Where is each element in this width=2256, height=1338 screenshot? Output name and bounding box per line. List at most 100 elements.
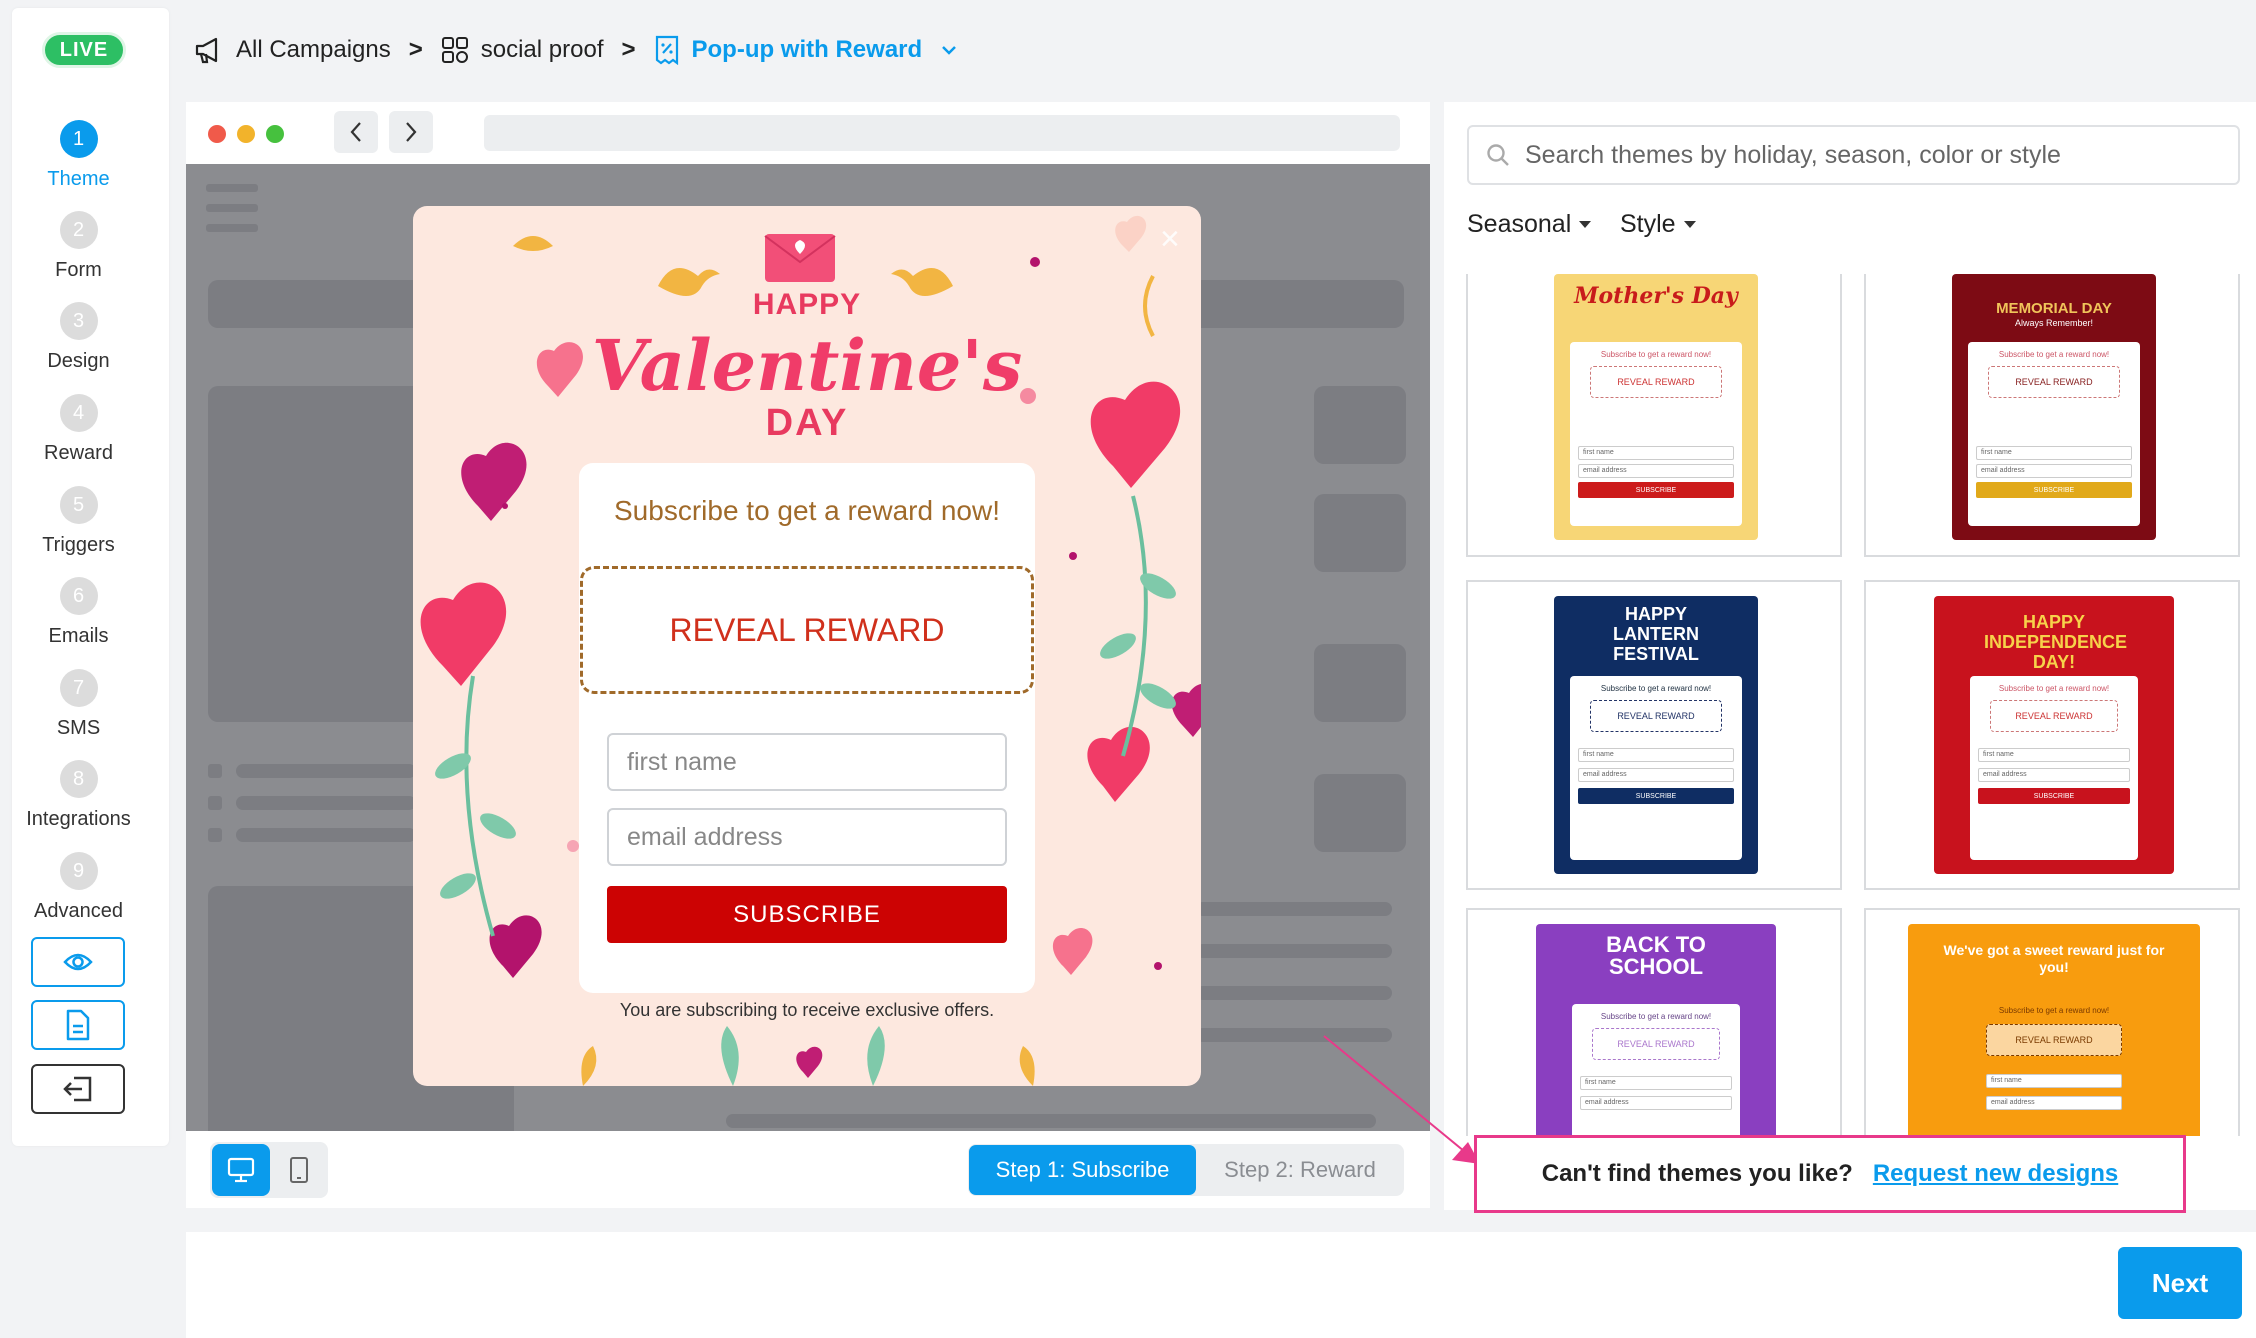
theme-card-back-to-school[interactable]: BACK TO SCHOOL Subscribe to get a reward… (1466, 908, 1842, 1136)
email-field[interactable]: email address (607, 808, 1007, 866)
theme-card-mothers-day[interactable]: Mother's Day Subscribe to get a reward n… (1466, 274, 1842, 557)
theme-title: BACK TO SCHOOL (1606, 932, 1706, 979)
theme-thumbnail: BACK TO SCHOOL Subscribe to get a reward… (1536, 924, 1776, 1136)
popup-close-icon[interactable]: × (1160, 220, 1180, 259)
step-integrations[interactable]: 8 Integrations (0, 760, 157, 831)
tab-step-subscribe[interactable]: Step 1: Subscribe (969, 1145, 1196, 1195)
mini-subscribe-button: SUBSCRIBE (1578, 788, 1734, 804)
step-label: Theme (47, 168, 110, 190)
theme-card-lantern-festival[interactable]: HAPPY LANTERN FESTIVAL Subscribe to get … (1466, 580, 1842, 890)
theme-search-input[interactable]: Search themes by holiday, season, color … (1467, 125, 2240, 185)
ghost-text-line (1196, 986, 1392, 1000)
step-number: 9 (59, 852, 98, 890)
browser-forward-button[interactable] (389, 111, 433, 153)
ghost-text-line (1196, 944, 1392, 958)
subscribe-button[interactable]: SUBSCRIBE (607, 886, 1007, 943)
step-theme[interactable]: 1 Theme (0, 120, 157, 191)
chevron-down-icon[interactable] (940, 44, 958, 56)
ghost-menu-line (206, 204, 258, 212)
reward-popup-icon (655, 35, 678, 65)
popup-headline-main: Valentine's (591, 324, 1023, 407)
step-form[interactable]: 2 Form (0, 211, 157, 282)
step-number: 2 (59, 211, 98, 249)
reveal-reward-box[interactable]: REVEAL REWARD (580, 566, 1034, 694)
browser-url-bar (484, 115, 1400, 151)
step-design[interactable]: 3 Design (0, 302, 157, 373)
step-number: 4 (59, 394, 98, 432)
mini-subscribe-text: Subscribe to get a reward now! (1600, 1012, 1712, 1021)
maximize-dot-icon (266, 125, 284, 143)
mini-reveal: REVEAL REWARD (1990, 700, 2118, 732)
mini-subscribe-button: SUBSCRIBE (1978, 788, 2130, 804)
mini-subscribe-text: Subscribe to get a reward now! (1998, 350, 2110, 359)
step-advanced[interactable]: 9 Advanced (0, 852, 157, 923)
desktop-view-button[interactable] (212, 1144, 270, 1196)
breadcrumb-label: social proof (480, 36, 604, 63)
caret-down-icon (1579, 221, 1592, 228)
first-name-field[interactable]: first name (607, 733, 1007, 791)
step-reward[interactable]: 4 Reward (0, 394, 157, 465)
theme-mini-form: Subscribe to get a reward now! REVEAL RE… (1572, 1004, 1740, 1136)
breadcrumb-all-campaigns[interactable]: All Campaigns (194, 36, 391, 64)
theme-card-memorial-day[interactable]: MEMORIAL DAY Always Remember! Subscribe … (1864, 274, 2240, 557)
megaphone-icon (195, 37, 218, 64)
preview-button[interactable] (31, 937, 125, 987)
popup-subscribe-title: Subscribe to get a reward now! (614, 495, 1000, 526)
step-label: Design (47, 350, 110, 372)
step-emails[interactable]: 6 Emails (0, 577, 157, 648)
breadcrumb-label: All Campaigns (236, 36, 391, 63)
theme-mini-form: Subscribe to get a reward now! REVEAL RE… (1570, 342, 1742, 526)
theme-thumbnail: We've got a sweet reward just for you! S… (1908, 924, 2200, 1136)
step-label: Advanced (34, 900, 123, 922)
ghost-menu-line (206, 184, 258, 192)
theme-mini-form: Subscribe to get a reward now! REVEAL RE… (1970, 676, 2138, 860)
breadcrumb-separator: > (408, 36, 423, 63)
theme-mini-form: Subscribe to get a reward now! REVEAL RE… (1570, 676, 1742, 860)
close-dot-icon (208, 125, 226, 143)
request-prompt-text: Can't find themes you like? (1541, 1160, 1853, 1187)
theme-grid: Mother's Day Subscribe to get a reward n… (1466, 274, 2242, 1136)
ghost-bullet (208, 764, 222, 778)
mini-email: email address (1580, 1096, 1732, 1110)
ghost-text-line (236, 828, 416, 842)
ghost-text-line (236, 796, 416, 810)
next-button[interactable]: Next (2118, 1247, 2242, 1319)
breadcrumb-folder[interactable]: social proof (441, 36, 604, 64)
mini-subscribe-text: Subscribe to get a reward now! (1998, 684, 2110, 693)
tablet-icon (290, 1157, 308, 1183)
filter-label: Seasonal (1467, 210, 1572, 238)
ghost-text-line (236, 764, 416, 778)
step-triggers[interactable]: 5 Triggers (0, 486, 157, 557)
step-number: 6 (59, 577, 98, 615)
step-number: 7 (59, 669, 98, 707)
mini-first-name: first name (1580, 1076, 1732, 1090)
step-sms[interactable]: 7 SMS (0, 669, 157, 740)
theme-card-independence-day[interactable]: HAPPY INDEPENDENCE DAY! Subscribe to get… (1864, 580, 2240, 890)
breadcrumb-current-campaign[interactable]: Pop-up with Reward (654, 35, 959, 65)
mini-subscribe-text: Subscribe to get a reward now! (1600, 350, 1712, 359)
ghost-block (208, 386, 428, 722)
ghost-menu-line (206, 224, 258, 232)
step-number: 1 (59, 120, 98, 158)
seasonal-filter-dropdown[interactable]: Seasonal (1467, 210, 1592, 239)
report-button[interactable] (31, 1000, 125, 1050)
browser-back-button[interactable] (334, 111, 378, 153)
theme-card-sweet-reward[interactable]: We've got a sweet reward just for you! S… (1864, 908, 2240, 1136)
ghost-text-line (1196, 902, 1392, 916)
exit-button[interactable] (31, 1064, 125, 1114)
mini-subscribe-button: SUBSCRIBE (1578, 482, 1734, 498)
theme-mini-form: Subscribe to get a reward now! REVEAL RE… (1968, 342, 2140, 526)
footer-bar (186, 1232, 2256, 1338)
request-new-designs-link[interactable]: Request new designs (1873, 1160, 2118, 1188)
mini-reveal: REVEAL REWARD (1590, 366, 1722, 398)
theme-title: HAPPY LANTERN FESTIVAL (1613, 604, 1699, 664)
mobile-view-button[interactable] (272, 1144, 326, 1196)
document-icon (66, 1009, 90, 1041)
request-designs-banner: Can't find themes you like? Request new … (1474, 1135, 2186, 1213)
popup-headline-happy: HAPPY (752, 288, 862, 321)
theme-title: HAPPY INDEPENDENCE DAY! (1984, 612, 2128, 672)
mini-reveal: REVEAL REWARD (1986, 1024, 2122, 1056)
step-label: Form (55, 259, 102, 281)
style-filter-dropdown[interactable]: Style (1620, 210, 1696, 239)
mini-reveal: REVEAL REWARD (1988, 366, 2120, 398)
